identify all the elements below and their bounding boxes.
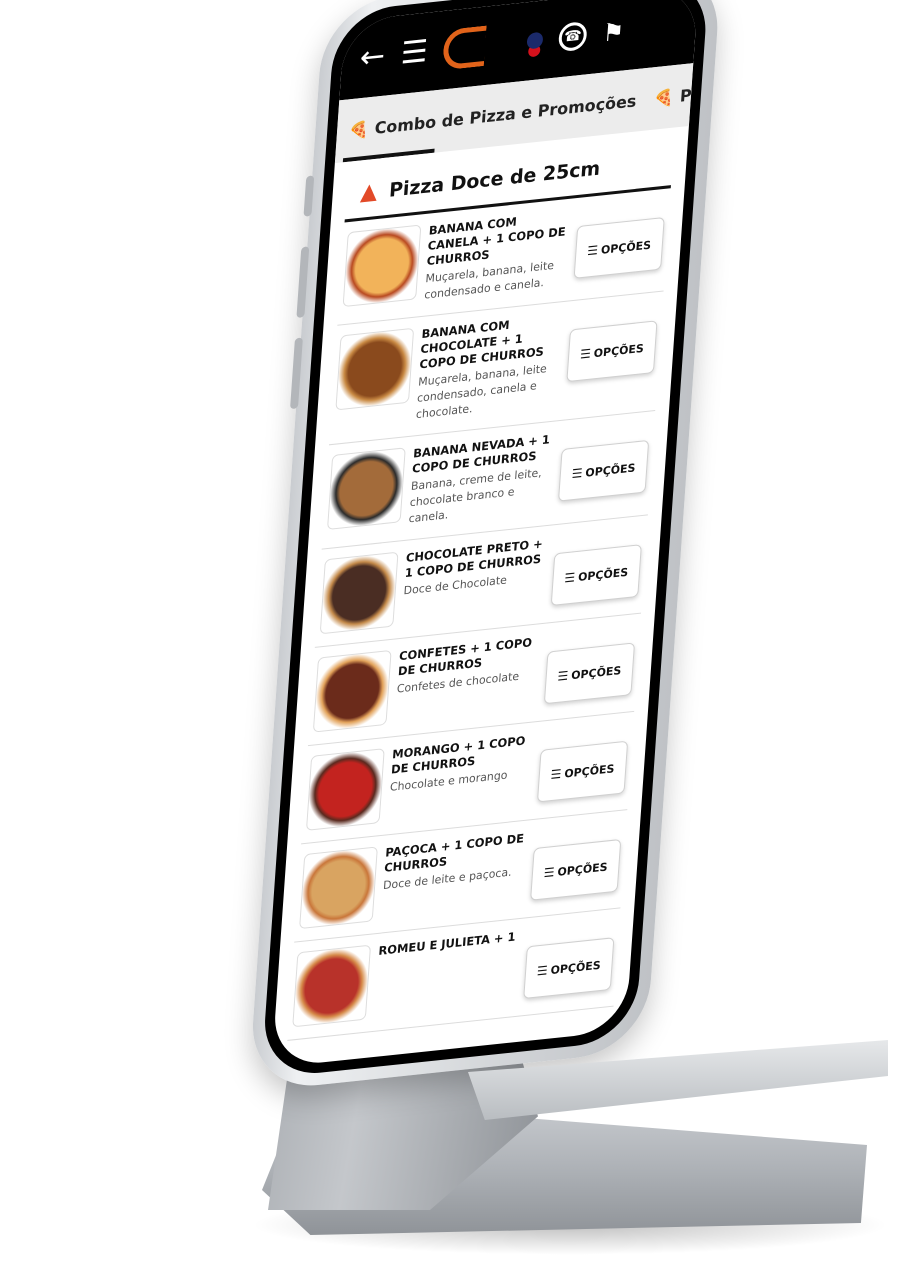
section-title: Pizza Doce de 25cm [388, 156, 601, 202]
list-icon: ☰ [571, 465, 583, 482]
product-info: CONFETES + 1 COPO DE CHURROS Confetes de … [396, 634, 541, 697]
map-icon[interactable]: ⚑ [602, 17, 625, 48]
phone-body: ← ☰ ☎ ⚑ 🍕 Combo de Pizza e Promoções 🍕 Piz… [248, 0, 723, 1093]
volume-up-button [296, 246, 310, 319]
options-label: OPÇÕES [563, 761, 615, 781]
options-label: OPÇÕES [557, 859, 608, 879]
product-image[interactable] [299, 846, 378, 930]
side-button [303, 175, 315, 217]
brand-logo[interactable] [442, 25, 487, 71]
options-button[interactable]: ☰ OPÇÕES [536, 740, 629, 803]
whatsapp-icon[interactable]: ☎ [557, 20, 588, 53]
volume-down-button [290, 337, 303, 410]
list-icon: ☰ [563, 570, 576, 586]
product-info: BANANA COM CANELA + 1 COPO DE CHURROS Muç… [424, 209, 571, 304]
menu-icon[interactable]: ☰ [400, 34, 429, 72]
phone-bezel: ← ☰ ☎ ⚑ 🍕 Combo de Pizza e Promoções 🍕 Piz… [260, 0, 710, 1079]
product-info: BANANA COM CHOCOLATE + 1 COPO DE CHURROS… [415, 312, 563, 423]
options-button[interactable]: ☰ OPÇÕES [550, 544, 642, 607]
options-button[interactable]: ☰ OPÇÕES [557, 439, 650, 502]
tab-combo[interactable]: 🍕 Combo de Pizza e Promoções [348, 91, 637, 140]
list-icon: ☰ [557, 668, 569, 684]
product-image[interactable] [305, 748, 385, 831]
pizza-icon: 🍕 [348, 118, 370, 141]
options-label: OPÇÕES [584, 460, 636, 480]
options-label: OPÇÕES [593, 341, 645, 360]
options-label: OPÇÕES [600, 237, 652, 257]
product-image[interactable] [319, 551, 399, 635]
phone-screen: ← ☰ ☎ ⚑ 🍕 Combo de Pizza e Promoções 🍕 Piz… [271, 0, 699, 1068]
options-button[interactable]: ☰ OPÇÕES [543, 642, 636, 705]
product-image[interactable] [342, 224, 422, 308]
options-button[interactable]: ☰ OPÇÕES [530, 838, 622, 901]
options-button[interactable]: ☰ OPÇÕES [523, 937, 615, 1000]
menu-content: ▲ Pizza Doce de 25cm BANANA COM CANELA +… [273, 126, 689, 1042]
product-image[interactable] [326, 447, 406, 530]
tab-label: Pizza [679, 81, 694, 106]
tab-label: Combo de Pizza e Promoções [374, 90, 638, 138]
product-name: ROMEU E JULIETA + 1 [378, 929, 516, 959]
options-label: OPÇÕES [570, 663, 622, 682]
options-button[interactable]: ☰ OPÇÕES [573, 216, 665, 279]
product-info: BANANA NEVADA + 1 COPO DE CHURROS Banana,… [408, 432, 555, 528]
options-button[interactable]: ☰ OPÇÕES [566, 320, 658, 383]
tab-pizza[interactable]: 🍕 Pizza [654, 81, 694, 108]
options-label: OPÇÕES [577, 565, 629, 584]
options-label: OPÇÕES [550, 958, 602, 977]
pizza-slice-icon: 🍕 [653, 86, 675, 109]
list-icon: ☰ [586, 243, 599, 259]
list-icon: ☰ [543, 864, 556, 881]
front-camera [526, 31, 544, 50]
product-image[interactable] [312, 649, 392, 733]
back-arrow-icon[interactable]: ← [359, 38, 386, 76]
list-icon: ☰ [579, 346, 592, 362]
product-info: ROMEU E JULIETA + 1 [378, 929, 520, 961]
product-info: PAÇOCA + 1 COPO DE CHURROS Doce de leite … [382, 831, 527, 894]
product-info: CHOCOLATE PRETO + 1 COPO DE CHURROS Doce … [403, 536, 548, 599]
product-image[interactable] [292, 944, 372, 1028]
pizza-slice-icon: ▲ [359, 178, 379, 206]
product-list: BANANA COM CANELA + 1 COPO DE CHURROS Muç… [287, 188, 671, 1041]
product-image[interactable] [335, 327, 415, 411]
product-info: MORANGO + 1 COPO DE CHURROS Chocolate e m… [389, 732, 534, 795]
list-icon: ☰ [550, 766, 562, 783]
list-icon: ☰ [536, 963, 549, 979]
